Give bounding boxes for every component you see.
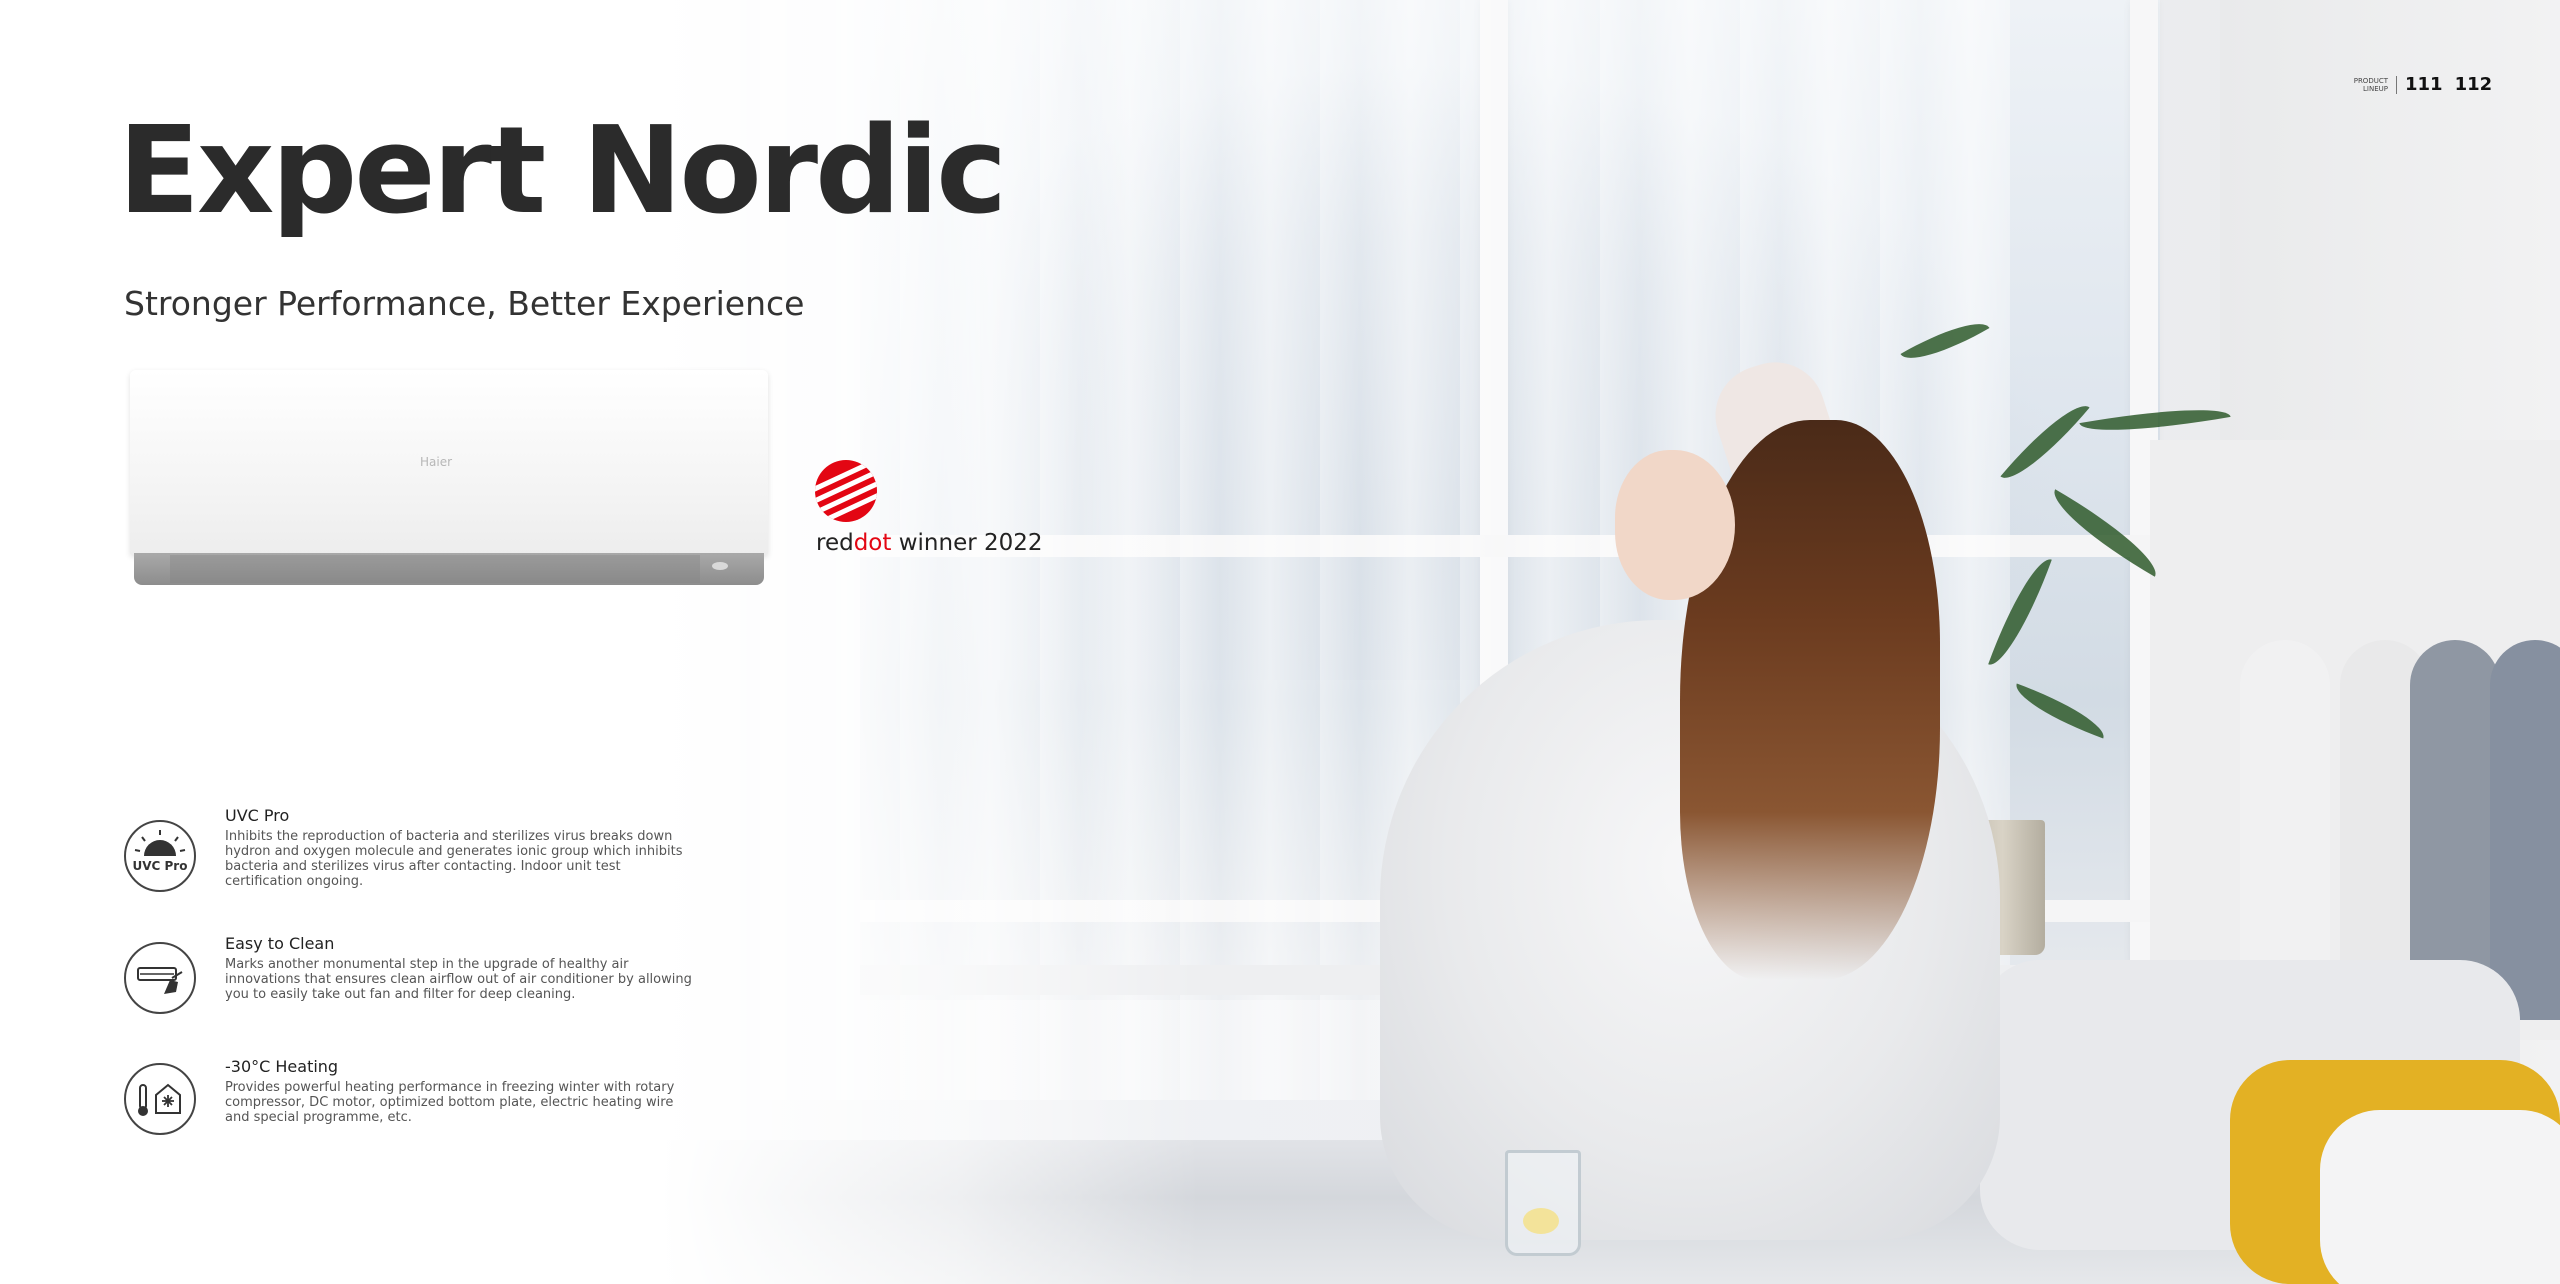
feature-title: Easy to Clean xyxy=(225,934,335,953)
page-number-block: PRODUCT LINEUP 111 112 xyxy=(2340,74,2504,95)
feature-description: Inhibits the reproduction of bacteria an… xyxy=(225,829,683,889)
air-conditioner-image: Haier xyxy=(130,370,768,585)
page-number-right: 112 xyxy=(2454,74,2493,95)
heating-icon xyxy=(124,1063,196,1135)
reddot-award-text: reddot winner 2022 xyxy=(816,530,1043,556)
easy-clean-icon xyxy=(124,942,196,1014)
page-number-left: 111 xyxy=(2405,74,2443,95)
page-title: Expert Nordic xyxy=(118,102,1007,241)
air-vent xyxy=(170,555,700,583)
feature-title: -30°C Heating xyxy=(225,1057,339,1076)
page-subtitle: Stronger Performance, Better Experience xyxy=(124,284,805,323)
feature-title: UVC Pro xyxy=(225,806,290,825)
feature-description: Marks another monumental step in the upg… xyxy=(225,957,692,1002)
reddot-logo-icon xyxy=(815,460,877,522)
uvc-pro-icon: UVC Pro xyxy=(124,820,196,892)
brand-logo: Haier xyxy=(420,455,453,469)
indicator-light xyxy=(712,562,728,570)
uvc-pro-icon-text: UVC Pro xyxy=(133,859,188,873)
feature-description: Provides powerful heating performance in… xyxy=(225,1080,675,1125)
pager-divider xyxy=(2396,75,2397,94)
pager-label: PRODUCT LINEUP xyxy=(2353,76,2388,93)
